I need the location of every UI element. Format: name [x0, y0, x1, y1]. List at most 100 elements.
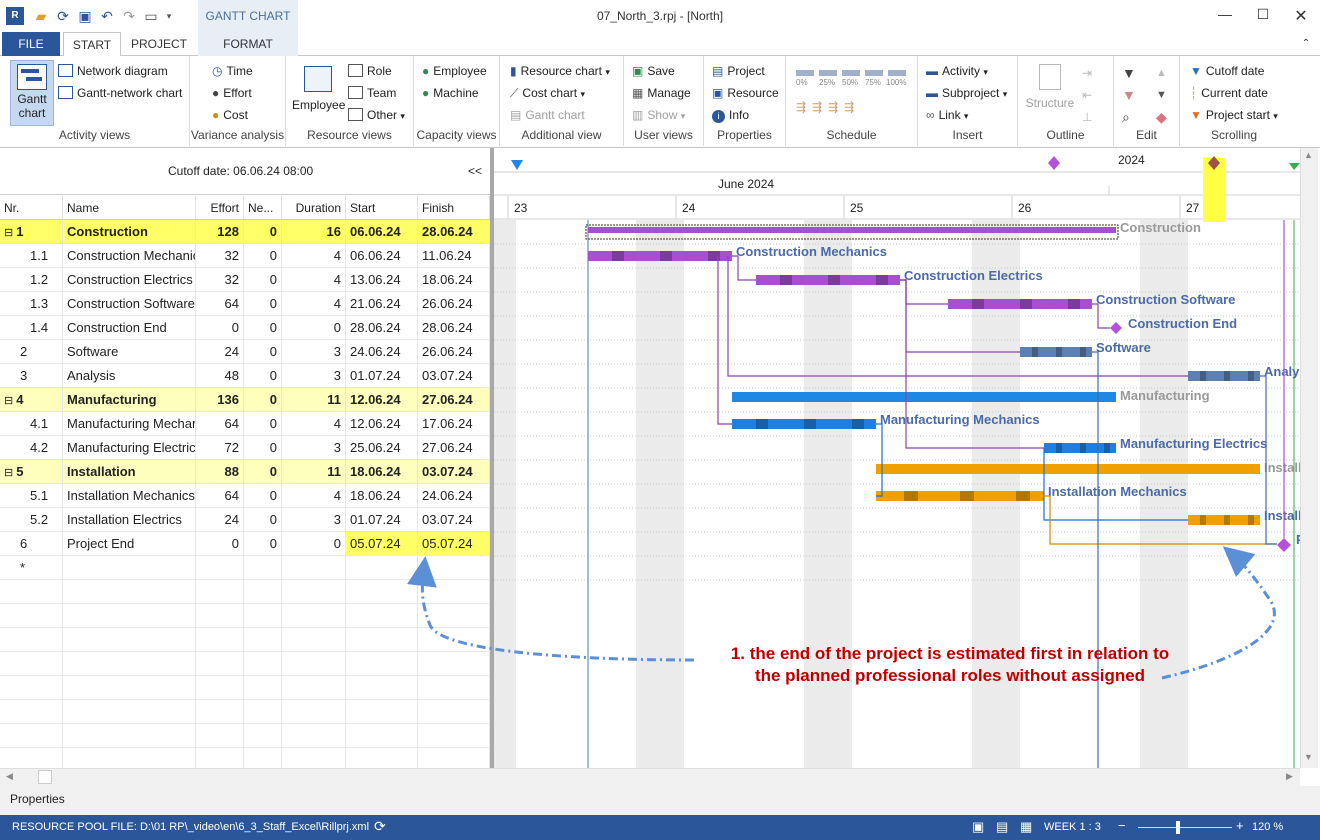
cell-nr[interactable]: 5.2 — [0, 508, 63, 532]
col-header-effort[interactable]: Effort — [196, 196, 244, 220]
table-row[interactable]: 4.2 Manufacturing Electrics 72 0 3 25.06.24 27… — [0, 436, 490, 460]
cell-effort[interactable]: 128 — [196, 220, 244, 244]
manage-views-button[interactable]: ▦ Manage — [632, 83, 691, 103]
cell-ne[interactable]: 0 — [244, 316, 282, 340]
cell-duration[interactable]: 4 — [282, 244, 346, 268]
vertical-scrollbar[interactable]: ▲ ▼ — [1300, 148, 1318, 768]
table-row[interactable]: 5.1 Installation Mechanics 64 0 4 18.06.24 24.… — [0, 484, 490, 508]
cell-name[interactable] — [63, 652, 196, 676]
cell-duration[interactable] — [282, 652, 346, 676]
cell-ne[interactable]: 0 — [244, 364, 282, 388]
table-row[interactable]: 1.4 Construction End 0 0 0 28.06.24 28.06.24 — [0, 316, 490, 340]
cell-finish[interactable]: 26.06.24 — [418, 340, 490, 364]
cell-name[interactable] — [63, 556, 196, 580]
cell-effort[interactable]: 136 — [196, 388, 244, 412]
cell-finish[interactable] — [418, 652, 490, 676]
cell-duration[interactable] — [282, 556, 346, 580]
cell-duration[interactable]: 0 — [282, 532, 346, 556]
collapse-row-icon[interactable]: ⊟ — [4, 227, 13, 239]
progress-100-icon[interactable] — [888, 70, 906, 76]
sync-icon[interactable]: ⟳ — [374, 818, 386, 835]
cell-finish[interactable]: 27.06.24 — [418, 436, 490, 460]
cell-name[interactable]: Installation — [63, 460, 196, 484]
scroll-cutoff-date-button[interactable]: ▼ Cutoff date — [1190, 61, 1264, 81]
scroll-right-icon[interactable]: ▶ — [1286, 771, 1293, 782]
cell-name[interactable] — [63, 724, 196, 748]
cell-effort[interactable] — [196, 604, 244, 628]
cell-start[interactable]: 13.06.24 — [346, 268, 418, 292]
cell-effort[interactable] — [196, 628, 244, 652]
col-header-ne[interactable]: Ne... — [244, 196, 282, 220]
progress-0-icon[interactable] — [796, 70, 814, 76]
cell-duration[interactable] — [282, 724, 346, 748]
cell-duration[interactable] — [282, 628, 346, 652]
table-row[interactable]: 3 Analysis 48 0 3 01.07.24 03.07.24 — [0, 364, 490, 388]
resource-properties-button[interactable]: ▣ Resource — [712, 83, 779, 103]
cell-start[interactable] — [346, 580, 418, 604]
cell-duration[interactable]: 4 — [282, 412, 346, 436]
cell-ne[interactable]: 0 — [244, 292, 282, 316]
cell-nr[interactable]: 5.1 — [0, 484, 63, 508]
cell-start[interactable] — [346, 724, 418, 748]
cell-effort[interactable]: 32 — [196, 268, 244, 292]
cell-effort[interactable]: 0 — [196, 532, 244, 556]
cell-finish[interactable] — [418, 556, 490, 580]
progress-25-icon[interactable] — [819, 70, 837, 76]
cell-effort[interactable]: 24 — [196, 508, 244, 532]
cell-start[interactable]: 28.06.24 — [346, 316, 418, 340]
cell-nr[interactable]: 1.2 — [0, 268, 63, 292]
cell-name[interactable]: Analysis — [63, 364, 196, 388]
project-end-milestone-icon[interactable] — [1277, 538, 1291, 552]
cell-ne[interactable]: 0 — [244, 340, 282, 364]
cell-name[interactable]: Installation Electrics — [63, 508, 196, 532]
cell-ne[interactable] — [244, 700, 282, 724]
cell-start[interactable] — [346, 604, 418, 628]
cell-effort[interactable] — [196, 556, 244, 580]
effort-button[interactable]: ● Effort — [212, 83, 252, 103]
cell-nr[interactable] — [0, 724, 63, 748]
view-normal-icon[interactable]: ▣ — [972, 819, 984, 835]
cell-duration[interactable]: 11 — [282, 460, 346, 484]
cell-nr[interactable]: 4.1 — [0, 412, 63, 436]
cell-duration[interactable]: 4 — [282, 484, 346, 508]
collapse-table-button[interactable]: << — [468, 164, 482, 178]
cell-start[interactable] — [346, 700, 418, 724]
cell-start[interactable]: 06.06.24 — [346, 244, 418, 268]
cell-ne[interactable]: 0 — [244, 508, 282, 532]
cell-name[interactable]: Construction Electrics — [63, 268, 196, 292]
additional-gantt-chart-button[interactable]: ▤ Gantt chart — [510, 105, 585, 125]
cell-nr[interactable]: ⊟ 5 — [0, 460, 63, 484]
cell-nr[interactable]: 4.2 — [0, 436, 63, 460]
table-row[interactable]: * — [0, 556, 490, 580]
cell-effort[interactable]: 64 — [196, 292, 244, 316]
cell-start[interactable]: 25.06.24 — [346, 436, 418, 460]
cell-name[interactable] — [63, 676, 196, 700]
cell-ne[interactable]: 0 — [244, 484, 282, 508]
cell-start[interactable]: 01.07.24 — [346, 364, 418, 388]
table-row[interactable] — [0, 628, 490, 652]
cell-nr[interactable]: * — [0, 556, 63, 580]
filter-icon[interactable]: ▼ — [1122, 62, 1136, 84]
cell-ne[interactable]: 0 — [244, 532, 282, 556]
insert-link-button[interactable]: ∞ Link ▾ — [926, 105, 968, 125]
cell-finish[interactable]: 18.06.24 — [418, 268, 490, 292]
cell-duration[interactable]: 3 — [282, 364, 346, 388]
scroll-thumb[interactable] — [38, 770, 52, 784]
cell-start[interactable]: 24.06.24 — [346, 340, 418, 364]
zoom-out-button[interactable]: − — [1118, 818, 1126, 833]
insert-subproject-button[interactable]: ▬ Subproject ▾ — [926, 83, 1007, 103]
cell-finish[interactable]: 03.07.24 — [418, 364, 490, 388]
project-properties-button[interactable]: ▤ Project — [712, 61, 765, 81]
cell-finish[interactable]: 28.06.24 — [418, 316, 490, 340]
cell-finish[interactable]: 28.06.24 — [418, 220, 490, 244]
tab-project[interactable]: PROJECT — [126, 32, 192, 56]
network-diagram-button[interactable]: Network diagram — [58, 61, 168, 81]
cell-finish[interactable]: 27.06.24 — [418, 388, 490, 412]
structure-button[interactable]: Structure — [1022, 62, 1078, 112]
resource-chart-button[interactable]: ▮ Resource chart ▾ — [510, 61, 610, 81]
table-row[interactable]: 1.3 Construction Software 64 0 4 21.06.24 26.0… — [0, 292, 490, 316]
cell-nr[interactable]: 3 — [0, 364, 63, 388]
cell-effort[interactable]: 24 — [196, 340, 244, 364]
table-row[interactable] — [0, 676, 490, 700]
zoom-slider[interactable] — [1138, 827, 1232, 828]
